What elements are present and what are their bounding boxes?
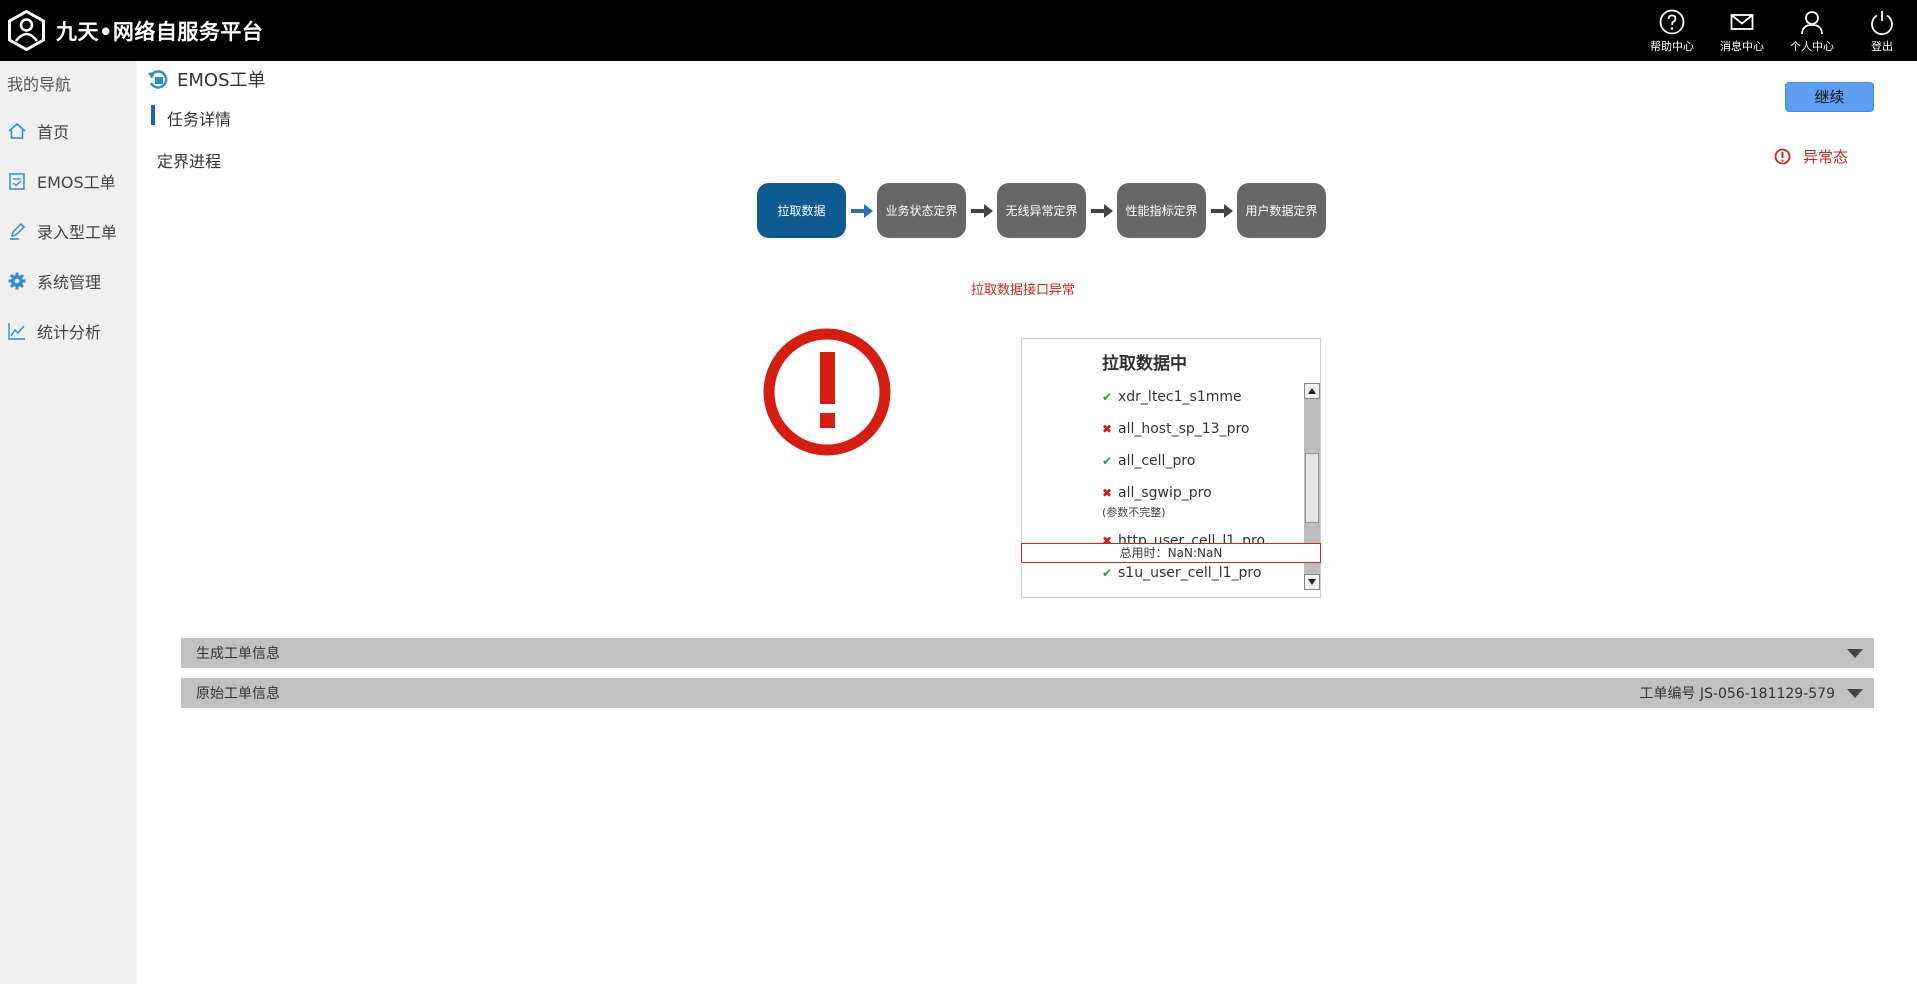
step-service-status[interactable]: 业务状态定界 (877, 183, 966, 238)
sidebar-item-label: 统计分析 (37, 323, 102, 342)
help-icon (1659, 9, 1685, 35)
line-chart-icon (8, 323, 25, 340)
logout-label: 登出 (1871, 40, 1893, 53)
warning-icon (1774, 148, 1791, 165)
document-icon (9, 173, 25, 190)
panel-title: 拉取数据中 (1102, 354, 1187, 374)
list-item: ✔ all_cell_pro (1022, 447, 1302, 479)
step-wireless-anomaly[interactable]: 无线异常定界 (997, 183, 1086, 238)
arrow-right-icon (1206, 201, 1237, 221)
step-user-data[interactable]: 用户数据定界 (1237, 183, 1326, 238)
accordion-title: 生成工单信息 (196, 646, 280, 662)
home-icon (8, 122, 26, 139)
mail-icon (1730, 14, 1754, 30)
sidebar-item-system[interactable]: 系统管理 (0, 256, 137, 306)
top-bar: 九天•网络自服务平台 帮助中心 消息中心 个人中心 登出 (0, 0, 1917, 61)
sidebar-item-label: 录入型工单 (37, 223, 118, 242)
caret-down-icon (1847, 648, 1863, 658)
sidebar-item-home[interactable]: 首页 (0, 106, 137, 156)
sidebar: 我的导航 首页 EMOS工单 录入型工单 系统管理 统计分析 (0, 61, 137, 984)
list-item: ✖ all_host_sp_13_pro (1022, 415, 1302, 447)
check-icon: ✔ (1102, 454, 1113, 468)
step-performance[interactable]: 性能指标定界 (1117, 183, 1206, 238)
personal-center-label: 个人中心 (1790, 40, 1834, 53)
app-title: 九天•网络自服务平台 (56, 20, 264, 44)
cross-icon: ✖ (1102, 422, 1113, 436)
task-name: xdr_ltec1_s1mme (1118, 389, 1242, 405)
scroll-thumb[interactable] (1305, 453, 1319, 523)
help-center-button[interactable]: 帮助中心 (1637, 0, 1707, 61)
help-center-label: 帮助中心 (1650, 40, 1694, 53)
status-label: 异常态 (1803, 148, 1849, 166)
list-item: ✔ s1u_user_cell_l1_pro (1022, 559, 1302, 590)
logout-button[interactable]: 登出 (1847, 0, 1917, 61)
arrow-right-icon (846, 201, 877, 221)
task-note: (参数不完整) (1102, 506, 1166, 519)
check-icon: ✔ (1102, 566, 1113, 580)
power-icon (1871, 11, 1893, 36)
message-center-label: 消息中心 (1720, 40, 1764, 53)
user-icon (1801, 11, 1823, 35)
gear-icon (8, 272, 26, 290)
accordion-original-order[interactable]: 原始工单信息 工单编号 JS-056-181129-579 (181, 678, 1874, 708)
page-title: EMOS工单 (177, 70, 266, 91)
main-content: EMOS工单 任务详情 继续 定界进程 异常态 拉取数据 业务状态定界 无线异常… (137, 61, 1917, 984)
error-message: 拉取数据接口异常 (971, 283, 1076, 298)
sidebar-item-emos[interactable]: EMOS工单 (0, 156, 137, 206)
sidebar-item-label: EMOS工单 (37, 173, 116, 192)
nav-title: 我的导航 (7, 75, 72, 94)
task-name: all_cell_pro (1118, 453, 1196, 469)
progress-label: 定界进程 (157, 152, 222, 171)
refresh-document-icon (148, 70, 168, 89)
task-name: all_sgwip_pro (1118, 485, 1212, 501)
scroll-up-icon[interactable] (1304, 383, 1320, 399)
sidebar-item-label: 首页 (37, 123, 70, 142)
accordion-title: 原始工单信息 (196, 686, 280, 702)
total-time: 总用时：NaN:NaN (1021, 543, 1321, 563)
order-number: 工单编号 JS-056-181129-579 (1639, 686, 1835, 702)
list-item: ✔ xdr_ltec1_s1mme (1022, 383, 1302, 415)
cross-icon: ✖ (1102, 486, 1113, 500)
arrow-right-icon (1086, 201, 1117, 221)
caret-down-icon (1847, 688, 1863, 698)
sidebar-item-label: 系统管理 (37, 273, 102, 292)
task-name: all_host_sp_13_pro (1118, 421, 1250, 437)
logo-icon (8, 10, 45, 51)
check-icon: ✔ (1102, 390, 1113, 404)
message-center-button[interactable]: 消息中心 (1707, 0, 1777, 61)
fetch-status-panel: 拉取数据中 ✔ xdr_ltec1_s1mme ✖ all_host_sp_13… (1021, 338, 1321, 598)
section-title: 任务详情 (167, 110, 232, 129)
step-fetch-data[interactable]: 拉取数据 (757, 183, 846, 238)
pen-icon (10, 222, 26, 240)
status-badge: 异常态 (1774, 146, 1848, 167)
continue-button[interactable]: 继续 (1785, 82, 1874, 112)
accordion-generated-order[interactable]: 生成工单信息 (181, 638, 1874, 668)
sidebar-item-entry-order[interactable]: 录入型工单 (0, 206, 137, 256)
section-marker (151, 105, 155, 125)
sidebar-item-statistics[interactable]: 统计分析 (0, 306, 137, 356)
step-progress: 拉取数据 业务状态定界 无线异常定界 性能指标定界 用户数据定界 (757, 183, 1326, 238)
task-name: s1u_user_cell_l1_pro (1118, 565, 1262, 581)
personal-center-button[interactable]: 个人中心 (1777, 0, 1847, 61)
list-item: ✖ all_sgwip_pro (参数不完整) (1022, 479, 1302, 527)
arrow-right-icon (966, 201, 997, 221)
big-alert-icon (763, 328, 891, 456)
scroll-down-icon[interactable] (1304, 574, 1320, 590)
